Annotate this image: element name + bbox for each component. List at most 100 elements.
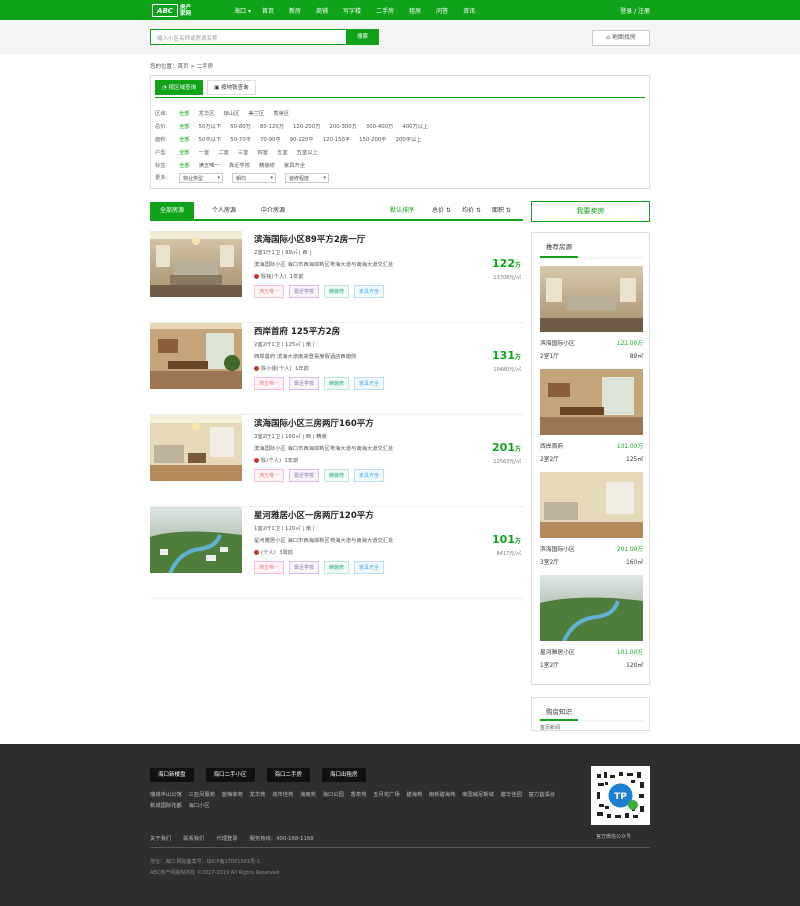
login-link[interactable]: 登录 / 注册 xyxy=(620,6,650,15)
filter-option[interactable]: 150-200平 xyxy=(359,135,386,143)
filter-option[interactable]: 琼山区 xyxy=(224,109,240,117)
filter-option[interactable]: 200-300万 xyxy=(329,122,356,130)
listing-title[interactable]: 西岸首府 125平方2房 xyxy=(254,325,340,337)
footer-contact-link[interactable]: 联系我们 xyxy=(183,834,204,842)
filter-option[interactable]: 全部 xyxy=(179,109,190,117)
filter-option[interactable]: 90-120平 xyxy=(290,135,314,143)
listing-title[interactable]: 滨海国际小区三房两厅160平方 xyxy=(254,417,374,429)
footer-link[interactable]: 新城国际花都 xyxy=(150,803,182,809)
filter-option[interactable]: 美兰区 xyxy=(248,109,264,117)
filter-option[interactable]: 全部 xyxy=(179,122,190,130)
nav-offices[interactable]: 写字楼 xyxy=(343,6,361,15)
footer-link[interactable]: 南国威尼斯城 xyxy=(462,792,494,798)
search-button[interactable]: 搜索 xyxy=(346,29,379,45)
footer-link[interactable]: 瑞城丰山公馆 xyxy=(150,792,182,798)
tab-all-listings[interactable]: 全部房源 xyxy=(150,202,195,219)
listing-title[interactable]: 滨海国际小区89平方2房一厅 xyxy=(254,233,365,245)
filter-option[interactable]: 一室 xyxy=(199,148,210,156)
filter-option[interactable]: 50平以下 xyxy=(199,135,222,143)
recommend-item[interactable]: 滨海国际小区 122.00万 2室1厅 89㎡ xyxy=(540,266,643,360)
footer-second-hand-button[interactable]: 海口二手房 xyxy=(266,768,311,782)
recommend-item[interactable]: 星河雅居小区 101.00万 1室2厅 120㎡ xyxy=(540,575,643,669)
footer-new-homes-button[interactable]: 海口新楼盘 xyxy=(150,768,194,782)
map-search-button[interactable]: ⌂ 地图找房 xyxy=(592,30,650,46)
footer-link[interactable]: 碧海苑 xyxy=(406,792,422,798)
filter-option[interactable]: 120-200万 xyxy=(293,122,320,130)
recommend-item[interactable]: 西岸首府 131.00万 2室2厅 125㎡ xyxy=(540,369,643,463)
filter-option[interactable]: 50-80万 xyxy=(230,122,251,130)
decoration-select[interactable]: 装修程度 xyxy=(285,173,329,183)
footer-link[interactable]: 富力首溪谷 xyxy=(528,792,555,798)
footer-link[interactable]: 南新碧海苑 xyxy=(429,792,456,798)
nav-shops[interactable]: 商铺 xyxy=(316,6,328,15)
nav-qa[interactable]: 问答 xyxy=(436,6,448,15)
tab-agency-listings[interactable]: 中介房源 xyxy=(261,202,285,219)
sort-total-price[interactable]: 总价 ⇅ xyxy=(432,202,451,219)
city-selector[interactable]: 海口 ▾ xyxy=(234,6,251,15)
listing-photo[interactable] xyxy=(150,231,242,297)
listing-photo[interactable] xyxy=(150,323,242,389)
footer-communities-button[interactable]: 海口二手小区 xyxy=(205,768,255,782)
nav-rent[interactable]: 租房 xyxy=(409,6,421,15)
sell-house-button[interactable]: 我要卖房 xyxy=(531,201,650,222)
footer-link[interactable]: 海口公园 xyxy=(323,792,344,798)
footer-link[interactable]: 城市佳苑 xyxy=(272,792,293,798)
orientation-select[interactable]: 朝向 xyxy=(232,173,276,183)
sort-default[interactable]: 默认排序 xyxy=(390,202,414,219)
footer-link[interactable]: 龙华苑 xyxy=(250,792,266,798)
listing-item[interactable]: 星河雅居小区一房两厅120平方 1室2厅1卫 | 120㎡ | 南 | 星河雅居… xyxy=(150,507,523,599)
footer-link[interactable]: 香泉苑 xyxy=(351,792,367,798)
sort-unit-price[interactable]: 均价 ⇅ xyxy=(462,202,481,219)
listing-item[interactable]: 西岸首府 125平方2房 2室2厅1卫 | 125㎡ | 南 | 西岸首府 滨海… xyxy=(150,323,523,415)
footer-agent-login-link[interactable]: 代理登录 xyxy=(216,834,237,842)
filter-option[interactable]: 50万以下 xyxy=(199,122,222,130)
nav-second-hand[interactable]: 二手房 xyxy=(376,6,394,15)
nav-home[interactable]: 首页 xyxy=(262,6,274,15)
nav-new-homes[interactable]: 新房 xyxy=(289,6,301,15)
filter-option[interactable]: 三室 xyxy=(238,148,249,156)
filter-option[interactable]: 靠近学校 xyxy=(229,161,250,169)
footer-link[interactable]: 蓝梅家苑 xyxy=(222,792,243,798)
nav-news[interactable]: 资讯 xyxy=(463,6,475,15)
listing-item[interactable]: 滨海国际小区89平方2房一厅 2室1厅1卫 | 89㎡ | 西 | 滨海国际小区… xyxy=(150,231,523,323)
listing-photo[interactable] xyxy=(150,507,242,573)
property-type-select[interactable]: 物业类型 xyxy=(179,173,223,183)
tab-by-subway[interactable]: ▣ 按地铁查询 xyxy=(207,80,256,95)
filter-option[interactable]: 五室以上 xyxy=(297,148,318,156)
filter-option[interactable]: 80-120万 xyxy=(260,122,284,130)
footer-link[interactable]: 海口小区 xyxy=(188,803,209,809)
recommend-photo[interactable] xyxy=(540,575,643,642)
footer-rent-button[interactable]: 海口出租房 xyxy=(322,768,366,782)
filter-option[interactable]: 50-70平 xyxy=(230,135,251,143)
filter-option[interactable]: 四室 xyxy=(257,148,268,156)
filter-option[interactable]: 龙华区 xyxy=(199,109,215,117)
filter-option[interactable]: 秀英区 xyxy=(273,109,289,117)
footer-about-link[interactable]: 关于我们 xyxy=(150,834,171,842)
tab-by-area[interactable]: ◔ 按区域查询 xyxy=(155,80,204,95)
listing-title[interactable]: 星河雅居小区一房两厅120平方 xyxy=(254,509,374,521)
listing-photo[interactable] xyxy=(150,415,242,481)
footer-link[interactable]: 碧华佳园 xyxy=(501,792,522,798)
recommend-photo[interactable] xyxy=(540,472,643,538)
sort-area[interactable]: 面积 ⇅ xyxy=(492,202,511,219)
filter-option[interactable]: 五室 xyxy=(277,148,288,156)
filter-option[interactable]: 精装修 xyxy=(259,161,275,169)
site-logo[interactable]: ABC 房产 家网 xyxy=(152,3,206,18)
knowledge-link[interactable]: 首页新闻 xyxy=(540,724,560,730)
filter-option[interactable]: 300-400万 xyxy=(366,122,393,130)
footer-link[interactable]: 五月花广场 xyxy=(373,792,400,798)
footer-link[interactable]: 海南苑 xyxy=(300,792,316,798)
search-input[interactable]: 输入小区名称或房源名称 xyxy=(150,29,347,45)
filter-option[interactable]: 家具齐全 xyxy=(284,161,305,169)
filter-option[interactable]: 全部 xyxy=(179,135,190,143)
tab-personal-listings[interactable]: 个人房源 xyxy=(212,202,236,219)
filter-option[interactable]: 全部 xyxy=(179,148,190,156)
filter-option[interactable]: 全部 xyxy=(179,161,190,169)
filter-option[interactable]: 200平以上 xyxy=(396,135,422,143)
recommend-photo[interactable] xyxy=(540,266,643,332)
recommend-item[interactable]: 滨海国际小区 201.00万 3室2厅 160㎡ xyxy=(540,472,643,566)
filter-option[interactable]: 满五唯一 xyxy=(199,161,220,169)
filter-option[interactable]: 120-150平 xyxy=(323,135,350,143)
recommend-photo[interactable] xyxy=(540,369,643,435)
filter-option[interactable]: 70-90平 xyxy=(260,135,281,143)
